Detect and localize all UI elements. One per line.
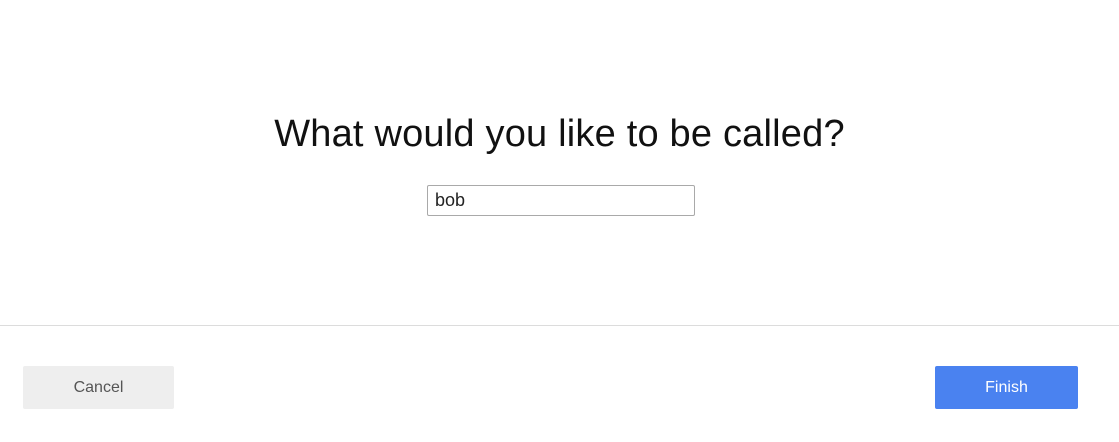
finish-button[interactable]: Finish [935,366,1078,409]
name-input[interactable] [427,185,695,216]
cancel-button[interactable]: Cancel [23,366,174,409]
question-heading: What would you like to be called? [274,113,845,155]
name-prompt-dialog: What would you like to be called? Cancel… [0,0,1119,442]
footer-divider [0,325,1119,326]
